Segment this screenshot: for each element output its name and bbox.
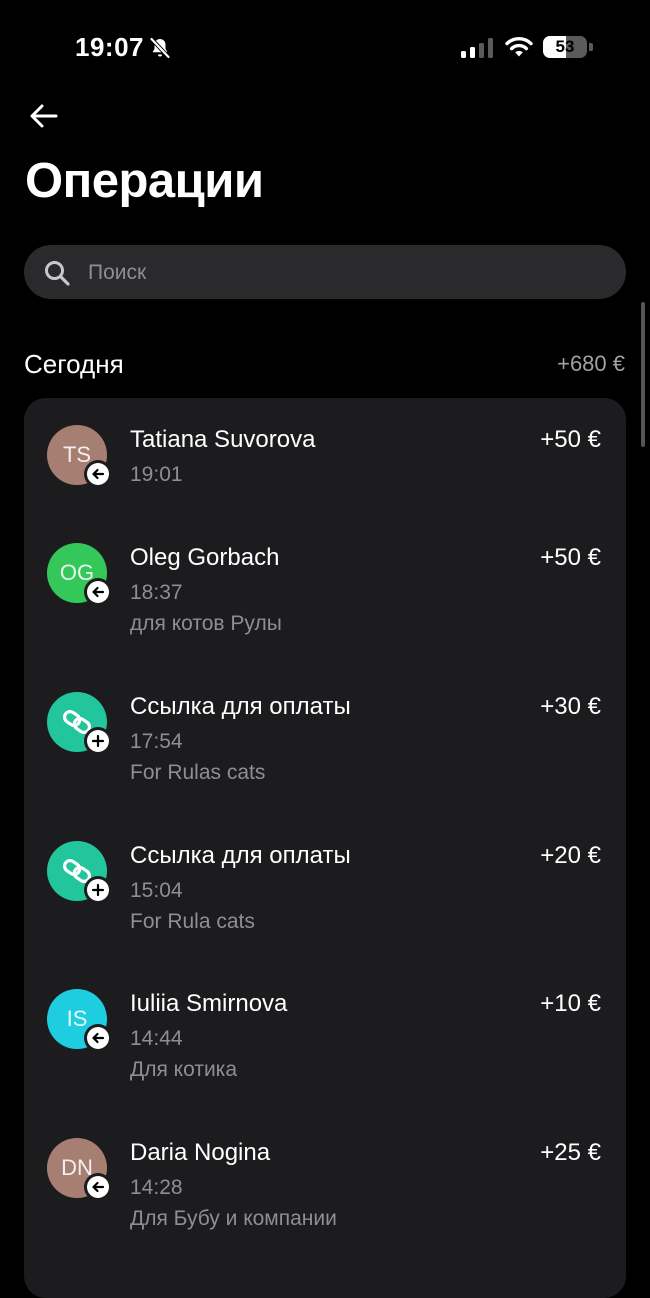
transaction-note: Для котика	[130, 1058, 237, 1081]
transaction-time: 17:54	[130, 730, 183, 753]
section-title: Сегодня	[24, 349, 124, 379]
transaction-name: Ссылка для оплаты	[130, 842, 351, 869]
payment-link-badge	[84, 876, 112, 904]
plus-icon	[91, 734, 105, 748]
transaction-name: Daria Nogina	[130, 1139, 271, 1166]
search-bar[interactable]	[24, 245, 626, 301]
incoming-transfer-badge	[84, 578, 112, 606]
transaction-amount: +25 €	[540, 1139, 601, 1166]
section-total: +680 €	[557, 351, 625, 376]
transaction-amount: +50 €	[540, 426, 601, 453]
battery-level: 53	[555, 37, 575, 56]
page-title: Операции	[25, 154, 264, 208]
incoming-transfer-badge	[84, 1024, 112, 1052]
transaction-item[interactable]: IS Iuliia Smirnova 14:44 Для котика +10 …	[24, 962, 626, 1102]
plus-icon	[91, 883, 105, 897]
incoming-transfer-badge	[84, 460, 112, 488]
transaction-time: 15:04	[130, 879, 183, 902]
arrow-left-icon	[92, 586, 105, 598]
transaction-time: 14:28	[130, 1176, 183, 1199]
transaction-note: для котов Рулы	[130, 612, 282, 635]
transaction-note: Для Бубу и компании	[130, 1207, 337, 1230]
arrow-left-icon	[92, 1181, 105, 1193]
transaction-note: For Rula cats	[130, 910, 255, 933]
search-icon	[45, 261, 70, 286]
transaction-item[interactable]: Ссылка для оплаты 15:04 For Rula cats +2…	[24, 814, 626, 954]
transaction-name: Oleg Gorbach	[130, 544, 280, 571]
transaction-amount: +50 €	[540, 544, 601, 571]
transaction-name: Ссылка для оплаты	[130, 693, 351, 720]
transaction-item[interactable]: OG Oleg Gorbach 18:37 для котов Рулы +50…	[24, 516, 626, 656]
transactions-card: TS Tatiana Suvorova 19:01 +50 € OG Oleg …	[24, 398, 626, 1298]
transaction-time: 18:37	[130, 581, 183, 604]
wifi-icon	[505, 36, 533, 57]
bell-muted-icon	[150, 37, 170, 59]
transaction-time: 19:01	[130, 463, 183, 486]
status-bar: 19:07 53	[0, 0, 650, 96]
scrollbar[interactable]	[641, 302, 645, 447]
incoming-transfer-badge	[84, 1173, 112, 1201]
arrow-left-icon	[92, 1032, 105, 1044]
transaction-amount: +30 €	[540, 693, 601, 720]
transaction-note: For Rulas cats	[130, 761, 266, 784]
search-input[interactable]	[86, 245, 610, 301]
transaction-item[interactable]: DN Daria Nogina 14:28 Для Бубу и компани…	[24, 1111, 626, 1251]
transaction-name: Iuliia Smirnova	[130, 990, 288, 1017]
arrow-left-icon	[92, 468, 105, 480]
payment-link-badge	[84, 727, 112, 755]
transaction-amount: +20 €	[540, 842, 601, 869]
status-time: 19:07	[75, 32, 144, 62]
battery-icon: 53	[543, 36, 593, 60]
transaction-item[interactable]: Ссылка для оплаты 17:54 For Rulas cats +…	[24, 665, 626, 805]
cellular-signal-icon	[461, 38, 493, 58]
transaction-time: 14:44	[130, 1027, 183, 1050]
back-button[interactable]: arrow-left-icon	[26, 98, 62, 134]
transaction-name: Tatiana Suvorova	[130, 426, 316, 453]
transaction-amount: +10 €	[540, 990, 601, 1017]
